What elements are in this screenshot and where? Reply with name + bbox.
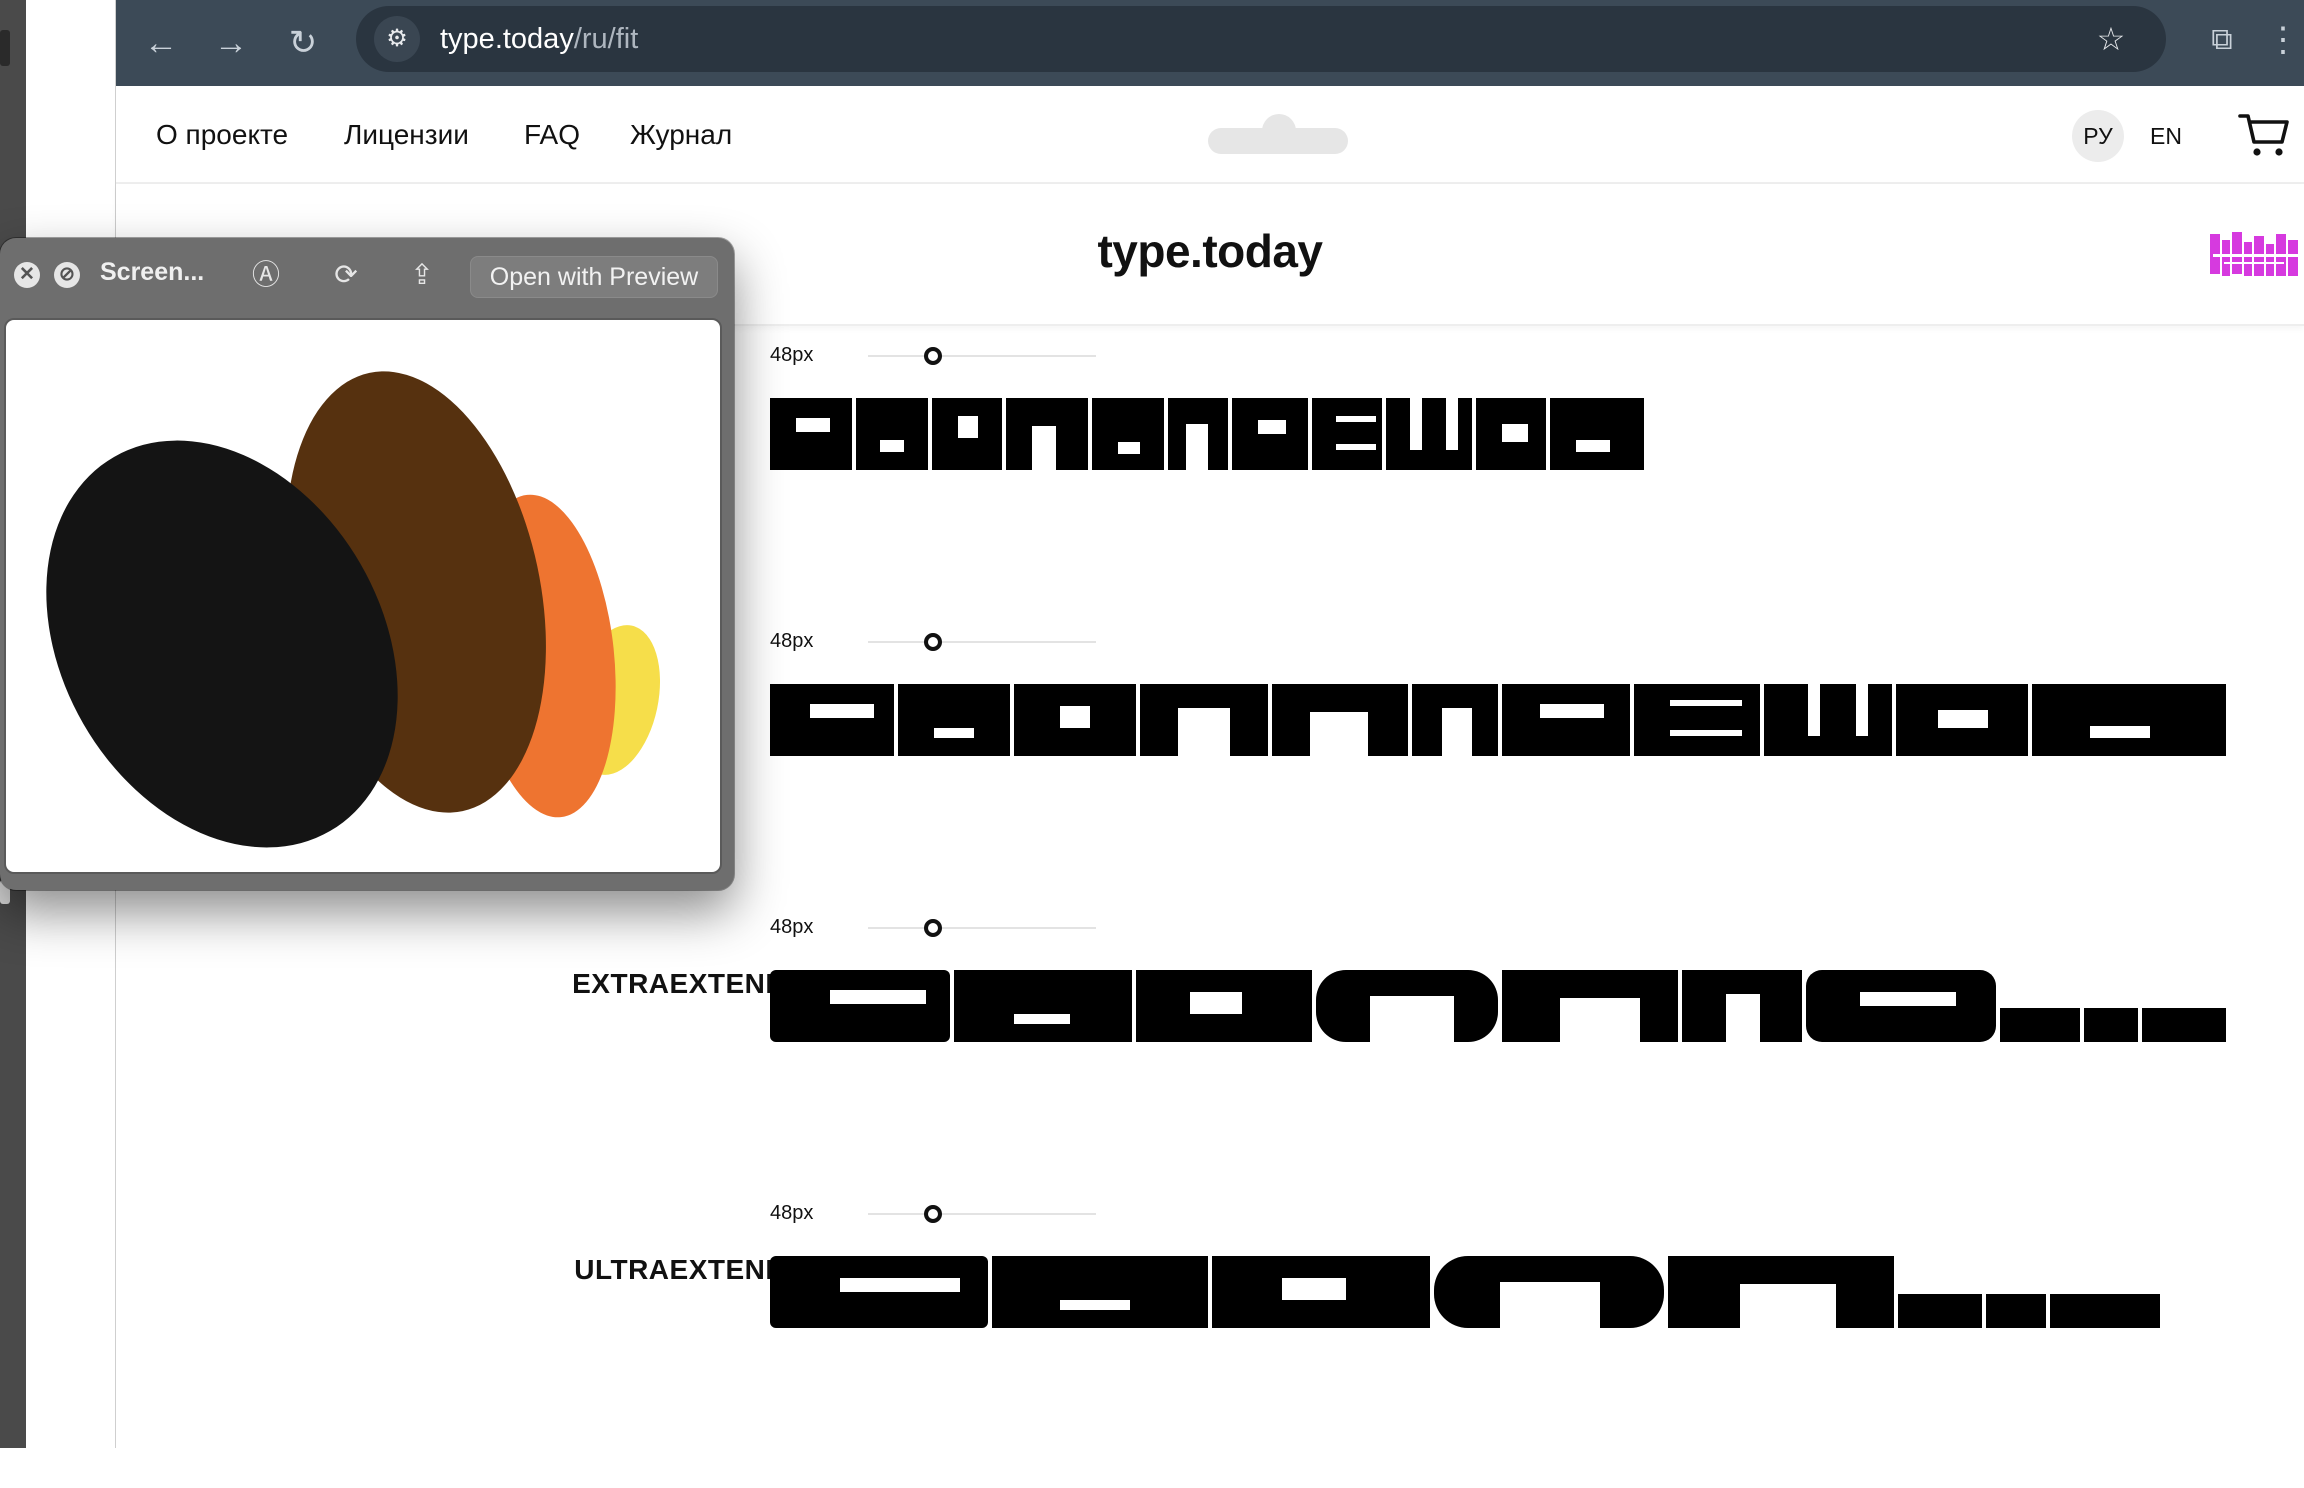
quicklook-title: Screen...	[100, 258, 205, 286]
font-width-row: EXTRAEXTENDED 48px	[116, 916, 2304, 1202]
bookmark-star-icon[interactable]: ☆	[2086, 14, 2136, 64]
font-sample-text[interactable]	[770, 1254, 2170, 1330]
hide-icon[interactable]: ⊘	[54, 262, 80, 288]
strip-marker	[0, 30, 10, 66]
size-slider-knob[interactable]	[924, 633, 942, 651]
nav-link-licenses[interactable]: Лицензии	[344, 86, 469, 184]
close-icon[interactable]: ✕	[14, 262, 40, 288]
size-slider-knob[interactable]	[924, 347, 942, 365]
share-icon[interactable]: ⇪	[402, 256, 442, 294]
size-label: 48px	[770, 344, 814, 366]
url-host: type.today	[440, 23, 574, 55]
nav-link-faq[interactable]: FAQ	[524, 86, 580, 184]
lang-en-button[interactable]: EN	[2140, 110, 2192, 162]
size-slider-track[interactable]	[868, 1213, 1096, 1215]
address-bar[interactable]: ⚙ type.today/ru/fit ☆	[356, 6, 2166, 72]
ellipses-artwork	[46, 371, 661, 848]
font-width-row: ULTRAEXTENDED 48px	[116, 1202, 2304, 1488]
site-info-icon[interactable]: ⚙	[374, 16, 420, 62]
font-sample-text[interactable]	[770, 396, 1650, 472]
site-logo[interactable]	[1208, 128, 1348, 154]
size-slider-track[interactable]	[868, 641, 1096, 643]
open-with-preview-button[interactable]: Open with Preview	[470, 256, 718, 298]
nav-link-about[interactable]: О проекте	[156, 86, 288, 184]
site-header: О проекте Лицензии FAQ Журнал РУ EN	[116, 86, 2304, 184]
extensions-icon[interactable]: ⧉	[2196, 14, 2248, 66]
nav-link-journal[interactable]: Журнал	[630, 86, 732, 184]
pink-logo-art[interactable]	[2210, 228, 2304, 284]
lang-ru-button[interactable]: РУ	[2072, 110, 2124, 162]
size-label: 48px	[770, 630, 814, 652]
size-slider-track[interactable]	[868, 355, 1096, 357]
size-label: 48px	[770, 1202, 814, 1224]
browser-menu-icon[interactable]: ⋮	[2266, 14, 2300, 66]
cart-icon[interactable]	[2236, 106, 2292, 162]
quicklook-window[interactable]: ✕ ⊘ Screen... Ⓐ ⟳ ⇪ Open with Preview	[0, 238, 734, 890]
url-path: /ru/fit	[573, 23, 639, 55]
reload-icon[interactable]: ↻	[278, 18, 328, 68]
size-slider-knob[interactable]	[924, 1205, 942, 1223]
back-icon[interactable]: ←	[136, 18, 186, 68]
font-sample-text[interactable]	[770, 968, 2226, 1044]
quicklook-preview-image	[4, 318, 722, 874]
url-text[interactable]: type.today/ru/fit	[440, 6, 638, 72]
font-sample-text[interactable]	[770, 682, 2226, 758]
markup-icon[interactable]: Ⓐ	[246, 256, 286, 294]
browser-toolbar: ← → ↻ ⚙ type.today/ru/fit ☆ ⧉ ⋮	[116, 0, 2304, 86]
size-label: 48px	[770, 916, 814, 938]
size-slider-track[interactable]	[868, 927, 1096, 929]
rotate-icon[interactable]: ⟳	[326, 256, 366, 294]
forward-icon[interactable]: →	[206, 18, 256, 68]
size-slider-knob[interactable]	[924, 919, 942, 937]
